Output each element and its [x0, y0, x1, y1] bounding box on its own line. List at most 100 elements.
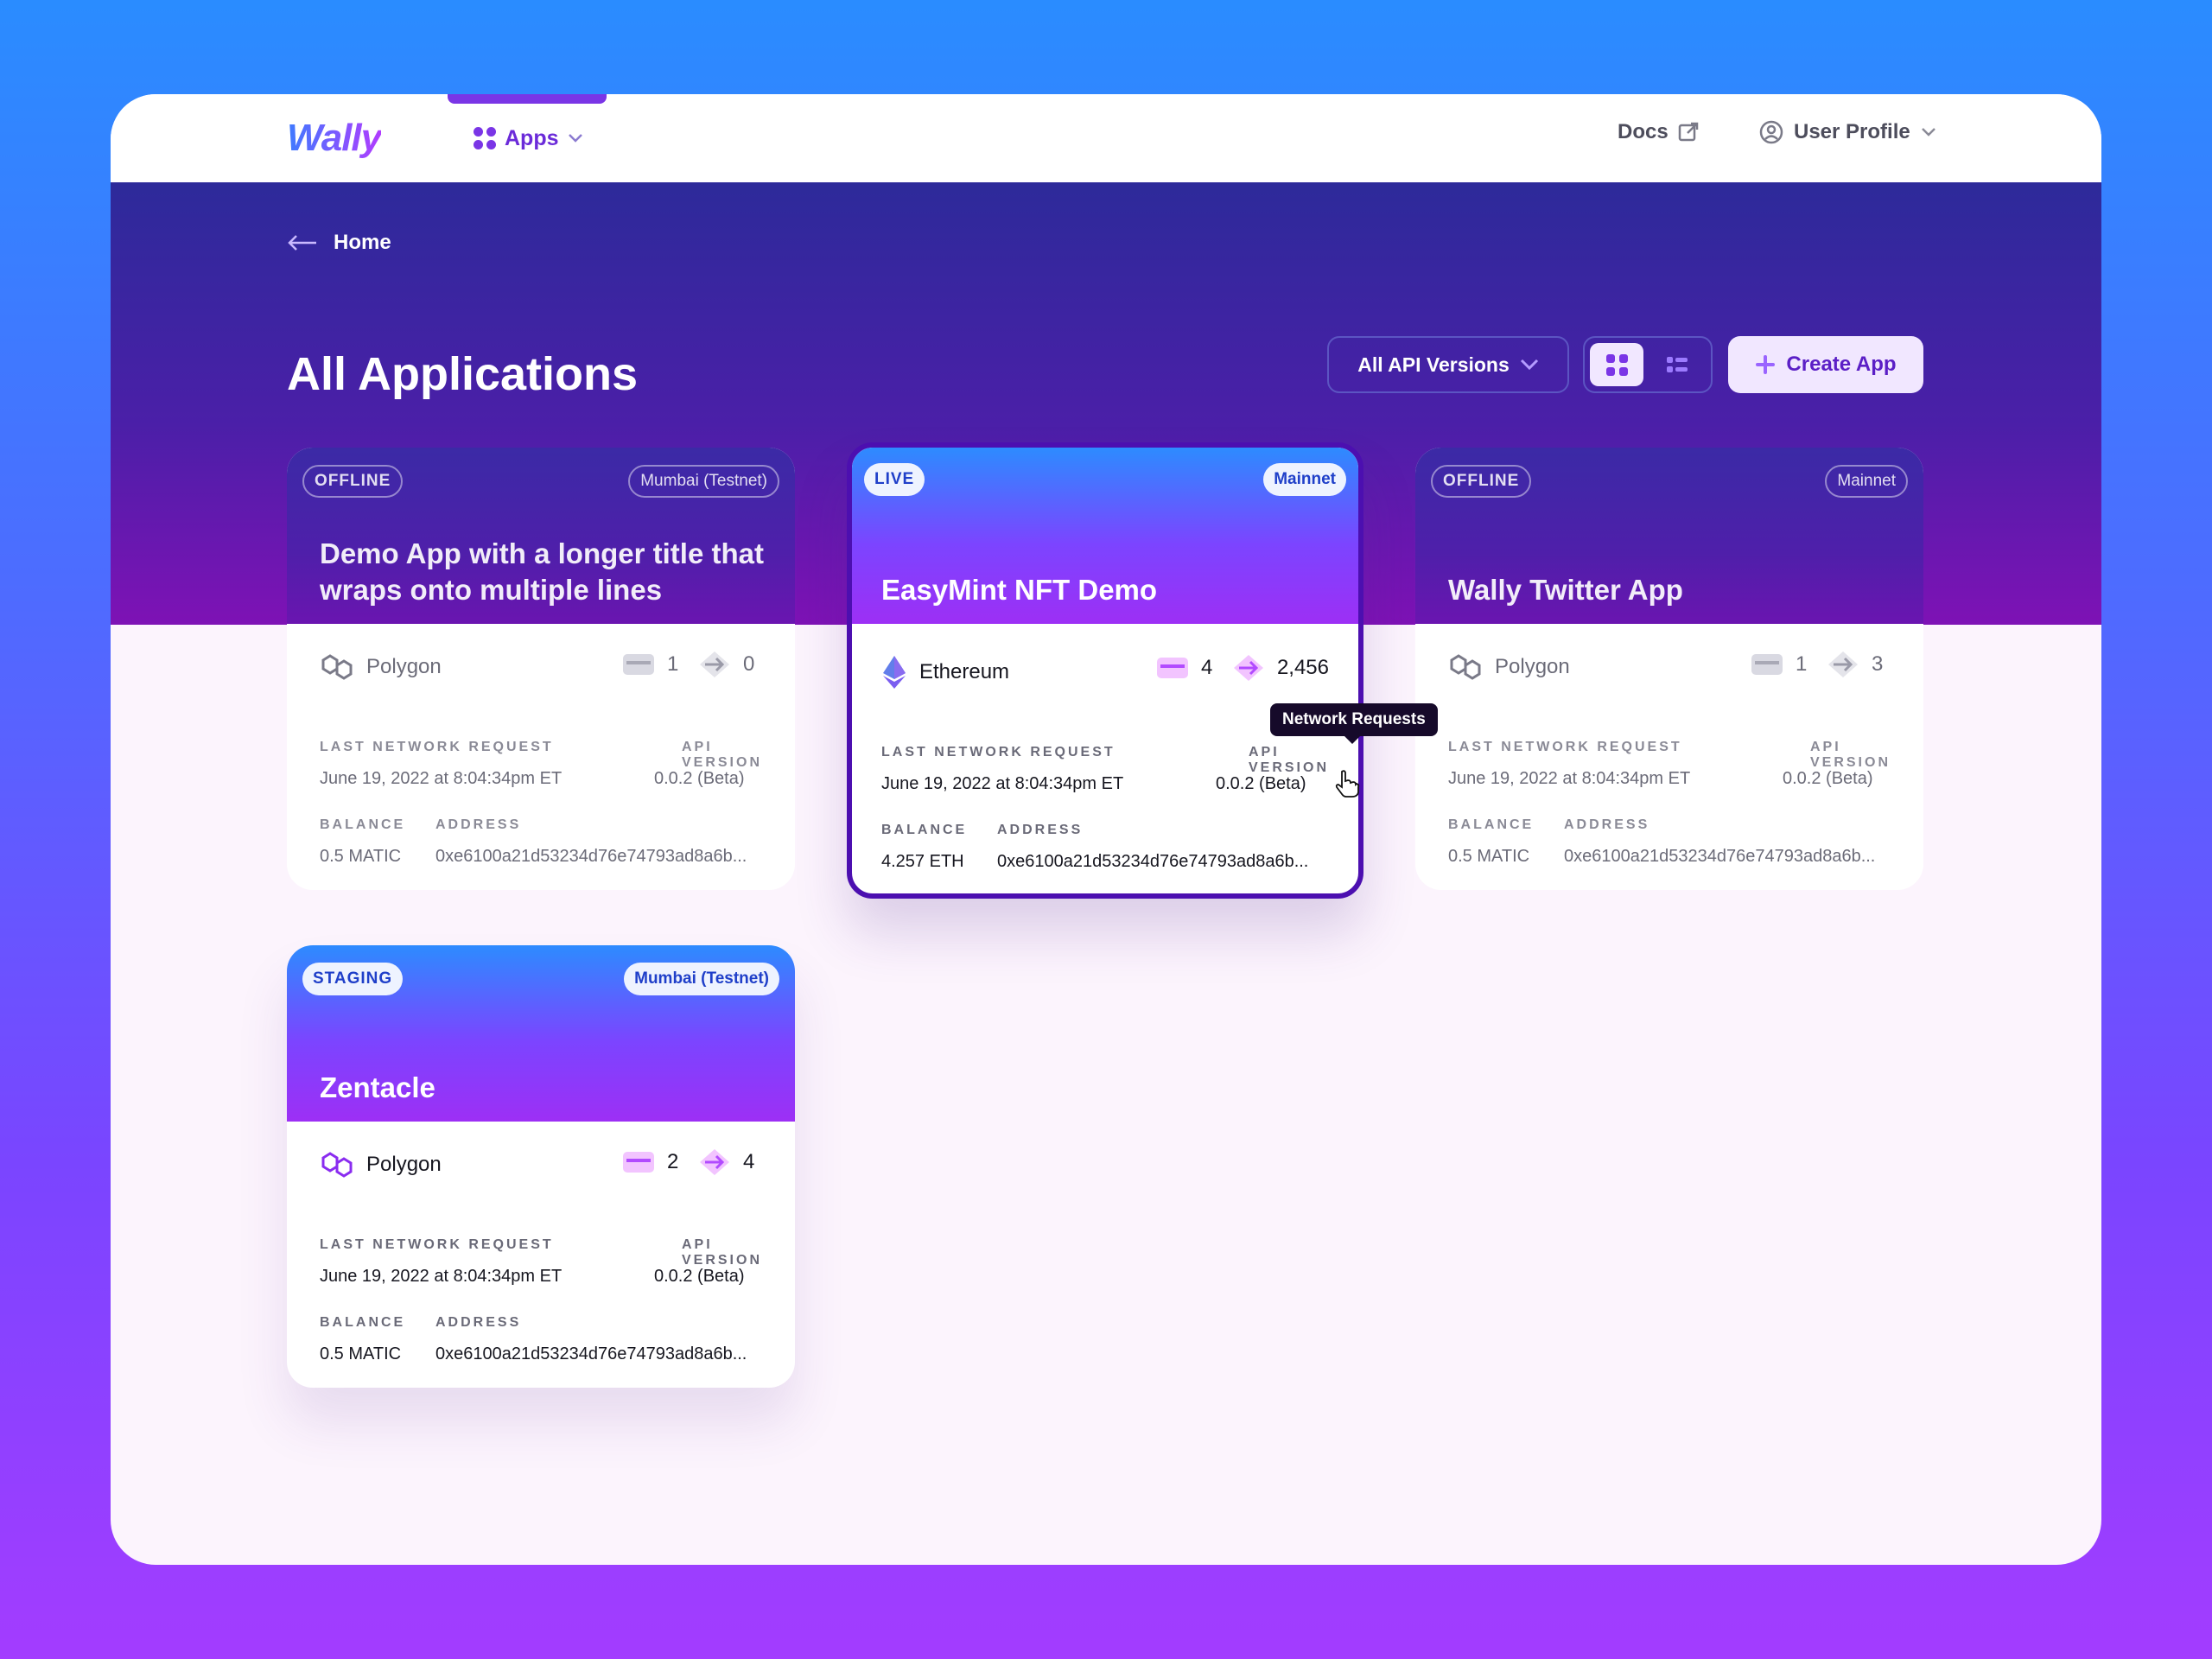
ethereum-icon: [883, 656, 906, 689]
grid-view-icon: [1605, 353, 1628, 376]
chain-name: Polygon: [366, 1153, 442, 1176]
polygon-icon: [321, 1152, 353, 1178]
nav-apps-tab[interactable]: Apps: [448, 94, 607, 182]
api-key-count: 4: [1200, 656, 1213, 679]
api-version-value: 0.0.2 (Beta): [654, 1267, 745, 1286]
balance-value: 4.257 ETH: [881, 852, 964, 871]
card-header: STAGING Mumbai (Testnet) Zentacle: [287, 945, 795, 1122]
balance-label: BALANCE: [1448, 817, 1535, 832]
address-label: ADDRESS: [997, 823, 1084, 837]
last-request-label: LAST NETWORK REQUEST: [881, 745, 1116, 760]
app-card[interactable]: OFFLINE Mainnet Wally Twitter App Polygo…: [1415, 448, 1923, 890]
polygon-icon: [1450, 654, 1481, 680]
active-tab-indicator: [448, 94, 607, 104]
chain-name: Ethereum: [919, 660, 1010, 683]
grid-view-button[interactable]: [1590, 343, 1643, 386]
chain-info: Polygon: [320, 1149, 442, 1180]
card-stats: 2 4: [622, 1147, 762, 1177]
network-requests-tooltip: Network Requests: [1270, 703, 1438, 744]
balance-value: 0.5 MATIC: [320, 847, 402, 866]
docs-label: Docs: [1618, 120, 1669, 143]
breadcrumb-home[interactable]: Home: [287, 231, 391, 255]
api-version-value: 0.0.2 (Beta): [654, 769, 745, 788]
chain-name: Polygon: [1495, 655, 1570, 678]
api-key-icon: [623, 1152, 654, 1173]
address-value: 0xe6100a21d53234d76e74793ad8a6b...: [435, 1344, 747, 1363]
chain-info: Ethereum: [881, 655, 1009, 690]
api-version-label: API VERSION: [681, 740, 762, 770]
page-title: All Applications: [287, 348, 639, 400]
card-title: Wally Twitter App: [1448, 574, 1683, 606]
api-key-icon: [1156, 658, 1188, 678]
app-card[interactable]: OFFLINE Mumbai (Testnet) Demo App with a…: [287, 448, 795, 890]
user-profile-menu[interactable]: User Profile: [1759, 120, 1936, 144]
card-title: Demo App with a longer title that wraps …: [320, 537, 764, 606]
balance-label: BALANCE: [320, 1315, 406, 1330]
last-request-label: LAST NETWORK REQUEST: [320, 740, 554, 754]
api-version-value: 0.0.2 (Beta): [1783, 769, 1873, 788]
apps-grid-icon: [474, 127, 496, 149]
app-card[interactable]: STAGING Mumbai (Testnet) Zentacle Polygo…: [287, 945, 795, 1388]
card-body: Polygon 2 4 LAST NETWORK REQUEST June 19…: [287, 1122, 795, 1388]
card-body: Ethereum 4 2,456 LAST NETWORK REQUEST Ju…: [852, 624, 1358, 890]
network-badge: Mumbai (Testnet): [628, 465, 779, 498]
last-request-label: LAST NETWORK REQUEST: [320, 1237, 554, 1252]
network-requests-icon[interactable]: [1827, 650, 1859, 679]
address-label: ADDRESS: [435, 1315, 522, 1330]
api-version-dropdown[interactable]: All API Versions: [1327, 336, 1569, 393]
address-label: ADDRESS: [435, 817, 522, 832]
create-app-button[interactable]: Create App: [1728, 336, 1923, 393]
address-value: 0xe6100a21d53234d76e74793ad8a6b...: [1564, 847, 1876, 866]
user-avatar-icon: [1759, 120, 1783, 144]
api-key-count: 2: [667, 1150, 679, 1173]
card-stats: 1 0: [622, 650, 762, 679]
api-version-value: 0.0.2 (Beta): [1216, 774, 1306, 793]
api-key-count: 1: [1796, 652, 1808, 676]
list-view-icon: [1667, 357, 1688, 372]
api-key-icon: [1751, 654, 1783, 675]
api-version-label: All API Versions: [1357, 353, 1510, 376]
chevron-down-icon: [568, 134, 582, 143]
app-card-selected[interactable]: LIVE Mainnet EasyMint NFT Demo Ethereum …: [847, 442, 1363, 899]
status-badge: STAGING: [302, 963, 404, 995]
network-badge: Mainnet: [1263, 463, 1346, 496]
last-request-label: LAST NETWORK REQUEST: [1448, 740, 1682, 754]
network-requests-icon[interactable]: [698, 1147, 731, 1177]
api-key-icon: [623, 654, 654, 675]
card-body: Polygon 1 0 LAST NETWORK REQUEST June 19…: [287, 624, 795, 890]
last-request-value: June 19, 2022 at 8:04:34pm ET: [1448, 769, 1691, 788]
card-stats: 4 2,456: [1156, 653, 1329, 683]
balance-value: 0.5 MATIC: [320, 1344, 402, 1363]
status-badge: LIVE: [864, 463, 925, 496]
pointer-cursor-icon: [1335, 770, 1360, 798]
network-requests-icon[interactable]: [698, 650, 731, 679]
app-window: Wally Apps Docs User Profile Home All Ap…: [111, 94, 2101, 1565]
address-value: 0xe6100a21d53234d76e74793ad8a6b...: [997, 852, 1309, 871]
network-requests-icon[interactable]: [1232, 653, 1265, 683]
card-title: EasyMint NFT Demo: [881, 574, 1158, 606]
polygon-icon: [321, 654, 353, 680]
last-request-value: June 19, 2022 at 8:04:34pm ET: [320, 1267, 563, 1286]
card-header: OFFLINE Mainnet Wally Twitter App: [1415, 448, 1923, 624]
network-badge: Mainnet: [1825, 465, 1908, 498]
wally-logo[interactable]: Wally: [287, 117, 382, 160]
chain-info: Polygon: [320, 652, 442, 683]
request-count: 3: [1872, 652, 1884, 676]
address-label: ADDRESS: [1564, 817, 1650, 832]
chevron-down-icon: [1520, 359, 1538, 371]
api-version-label: API VERSION: [1809, 740, 1891, 770]
create-app-label: Create App: [1786, 353, 1897, 376]
arrow-left-icon: [288, 235, 316, 251]
card-header: LIVE Mainnet EasyMint NFT Demo: [852, 448, 1358, 624]
chevron-down-icon: [1921, 128, 1936, 137]
request-count: 4: [743, 1150, 755, 1173]
status-badge: OFFLINE: [1431, 465, 1532, 498]
view-toggle: [1583, 336, 1713, 393]
docs-link[interactable]: Docs: [1618, 120, 1700, 144]
chain-info: Polygon: [1448, 652, 1570, 683]
list-view-button[interactable]: [1650, 343, 1704, 386]
top-nav: Wally Apps Docs User Profile: [111, 94, 2101, 182]
balance-label: BALANCE: [320, 817, 406, 832]
card-stats: 1 3: [1751, 650, 1891, 679]
profile-label: User Profile: [1794, 120, 1910, 143]
